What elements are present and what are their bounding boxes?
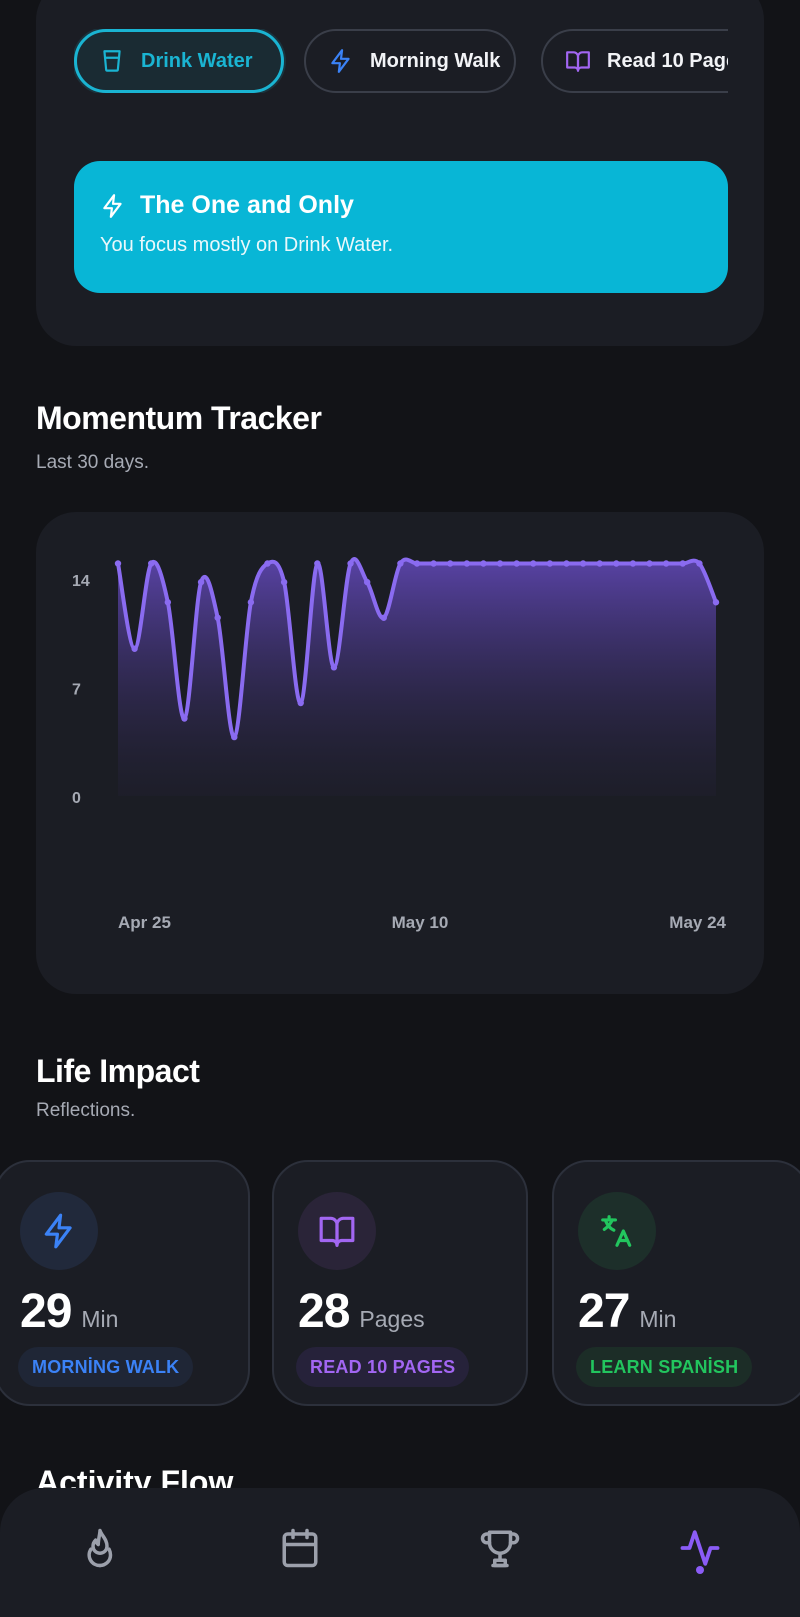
chart-point [579,560,587,567]
impact-number: 28 [298,1285,350,1338]
chip-label: Morning Walk [370,49,501,72]
chart-point [231,733,238,741]
momentum-chart: 14 7 0 Apr 25 May 10 May 24 [72,557,727,932]
chart-point [712,599,720,606]
book-icon [566,51,590,72]
chart-point [447,560,454,567]
chart-point [264,560,271,567]
impact-card-read-pages[interactable]: 28 Pages READ 10 PAGES [272,1160,528,1406]
chip-label: Read 10 Pages [607,49,728,72]
chip-morning-walk[interactable]: Morning Walk [304,29,516,93]
chip-label: Drink Water [141,49,253,72]
chart-point [413,560,421,567]
impact-label-pill: LEARN SPANİSH [576,1347,753,1387]
chart-point [131,645,138,652]
impact-value: 29 Min [20,1284,118,1339]
x-tick-label: May 10 [392,913,449,932]
impact-unit: Min [81,1306,119,1332]
impact-icon-wrap [20,1192,98,1270]
chart-point [646,560,653,567]
nav-calendar[interactable] [270,1518,330,1578]
chart-point [530,560,537,567]
chart-point [297,699,304,707]
chart-point [563,560,570,567]
chart-point [480,560,487,567]
momentum-subtitle: Last 30 days. [36,452,150,473]
chart-point [380,614,387,621]
y-tick-label: 7 [72,682,81,699]
impact-unit: Pages [359,1306,425,1332]
impact-icon-wrap [578,1192,656,1270]
chart-point [696,560,703,567]
y-tick-label: 14 [72,573,90,590]
impact-label-pill: MORNİNG WALK [18,1347,194,1387]
chart-point [363,578,371,586]
momentum-title: Momentum Tracker [36,400,322,436]
nav-achievements[interactable] [470,1518,530,1578]
translate-icon [601,1215,632,1247]
chart-point [330,664,338,671]
insight-title: The One and Only [140,191,354,219]
life-impact-title: Life Impact [36,1053,200,1089]
chart-point [247,599,255,606]
bottom-navigation [0,1488,800,1617]
habit-chip-row: Drink Water Morning Walk Read 10 Pages [74,29,728,93]
chart-point [463,560,471,567]
activity-flow-title-text: Activity Flow [36,1470,234,1488]
chart-point [679,560,686,567]
chart-point [114,560,122,567]
chart-point [629,560,637,567]
chart-point [546,560,554,567]
lightning-icon [331,49,350,73]
calendar-icon [282,1528,318,1568]
chart-point [596,560,603,567]
chart-point [164,599,172,606]
chart-point [397,560,404,567]
flame-icon [87,1528,113,1568]
x-tick-label: Apr 25 [118,913,171,932]
chip-read-pages[interactable]: Read 10 Pages [541,29,728,93]
nav-streaks[interactable] [70,1518,130,1578]
book-icon [319,1216,355,1247]
chart-point [197,578,205,586]
chart-point [513,560,520,567]
lightning-icon [44,1213,72,1249]
chart-point [314,560,321,567]
impact-card-learn-spanish[interactable]: 27 Min LEARN SPANİSH [552,1160,800,1406]
chip-drink-water[interactable]: Drink Water [74,29,284,93]
impact-unit: Min [639,1306,677,1332]
impact-icon-wrap [298,1192,376,1270]
active-indicator-dot [696,1566,704,1574]
impact-card-morning-walk[interactable]: 29 Min MORNİNG WALK [0,1160,250,1406]
trophy-icon [480,1530,520,1568]
y-tick-label: 0 [72,790,81,807]
chart-point [148,560,155,567]
activity-flow-title: Activity Flow [36,1470,276,1488]
impact-number: 29 [20,1285,72,1338]
chart-point [613,560,620,567]
chart-area-fill [118,559,716,796]
chart-point [430,560,437,567]
activity-icon [680,1530,720,1566]
impact-value: 28 Pages [298,1284,425,1339]
momentum-chart-card: 14 7 0 Apr 25 May 10 May 24 [36,512,764,994]
chart-point [662,560,670,567]
impact-number: 27 [578,1285,630,1338]
insight-banner: The One and Only You focus mostly on Dri… [74,161,728,293]
chart-point [181,715,188,722]
chart-point [496,560,504,567]
lightning-icon [103,193,122,218]
impact-label-pill: READ 10 PAGES [296,1347,470,1387]
impact-value: 27 Min [578,1284,676,1339]
cup-icon [103,50,121,72]
insight-text: You focus mostly on Drink Water. [100,234,394,256]
insight-title-row: The One and Only [100,191,702,220]
life-impact-subtitle: Reflections. [36,1100,136,1121]
x-tick-label: May 24 [669,913,726,932]
chart-point [214,614,221,621]
chart-point [280,578,288,586]
chart-point [347,560,354,567]
